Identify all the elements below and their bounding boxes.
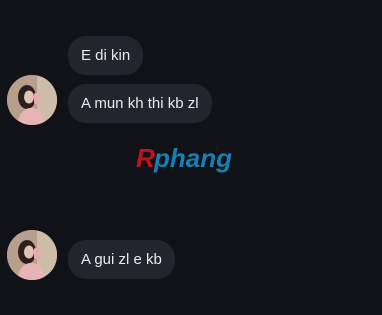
avatar-photo (7, 75, 57, 125)
watermark-rest: phang (153, 143, 232, 173)
message-bubble[interactable]: A gui zl e kb (68, 240, 175, 279)
message-bubble[interactable]: A mun kh thi kb zl (68, 84, 212, 123)
avatar[interactable] (7, 75, 57, 125)
message-text: A gui zl e kb (81, 251, 162, 268)
message-text: E di kin (81, 47, 131, 64)
message-text: A mun kh thi kb zl (81, 95, 199, 112)
message-bubble[interactable]: E di kin (68, 36, 144, 75)
avatar-photo (7, 230, 57, 280)
avatar[interactable] (7, 230, 57, 280)
watermark-prefix: R (136, 143, 155, 173)
rphang-watermark: R phang (136, 143, 232, 173)
chat-thread: E di kin A mun kh thi kb zl R phang A gu… (0, 0, 382, 315)
